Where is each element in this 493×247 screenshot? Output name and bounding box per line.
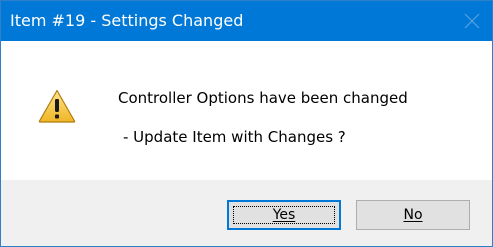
no-button[interactable]: No — [356, 200, 470, 230]
yes-button-label: Yes — [272, 207, 296, 223]
window-title: Item #19 - Settings Changed — [10, 11, 244, 30]
button-bar: Yes No — [1, 180, 492, 246]
title-bar[interactable]: Item #19 - Settings Changed — [1, 1, 492, 41]
yes-button[interactable]: Yes — [227, 200, 341, 230]
settings-changed-dialog: Item #19 - Settings Changed Controller O… — [0, 0, 493, 247]
close-button[interactable] — [452, 1, 492, 41]
message-line-2: - Update Item with Changes ? — [123, 128, 346, 146]
no-button-label: No — [403, 207, 423, 223]
message-line-1: Controller Options have been changed — [118, 89, 408, 107]
warning-icon — [38, 89, 76, 123]
message-area: Controller Options have been changed - U… — [1, 41, 492, 180]
close-icon — [464, 13, 480, 29]
